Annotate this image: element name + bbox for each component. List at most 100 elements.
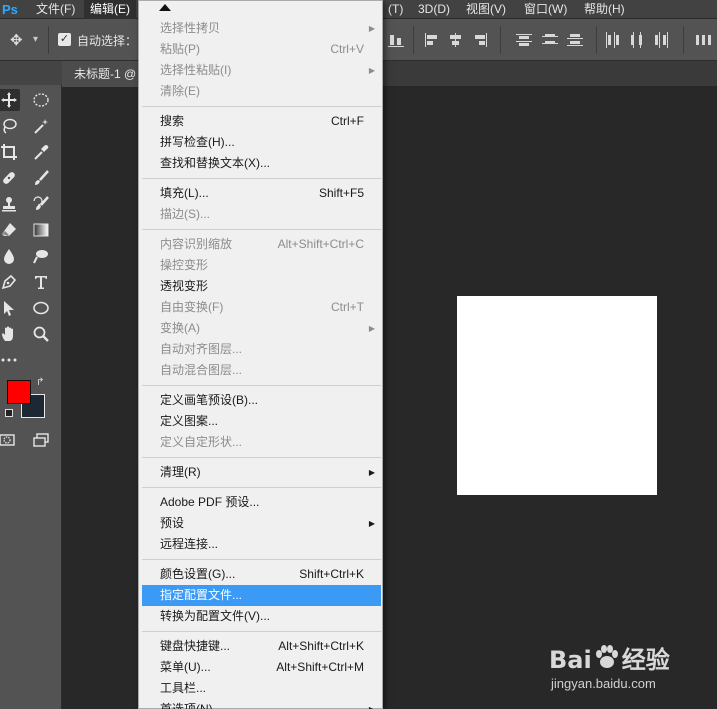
align-right-icon[interactable]: [471, 31, 489, 49]
default-colors-icon[interactable]: [5, 409, 13, 417]
edit-menu-dropdown: 选择性拷贝 ▶ 粘贴(P) Ctrl+V 选择性粘贴(I) ▶ 清除(E) 搜索 Ctrl+F 拼…: [138, 0, 383, 709]
distribute-left-icon[interactable]: [603, 31, 621, 49]
menu-item-label: 工具栏...: [160, 681, 207, 695]
lasso-tool-icon[interactable]: [0, 115, 20, 137]
history-brush-tool-icon[interactable]: [30, 193, 52, 215]
menu-divider: [142, 457, 381, 458]
menu-item-label: 变换(A): [160, 321, 200, 335]
menu-item-shortcut: Ctrl+F: [331, 114, 364, 128]
menu-window[interactable]: 窗口(W): [518, 0, 573, 19]
submenu-arrow-icon: ▶: [368, 468, 375, 477]
menu-item[interactable]: 定义画笔预设(B)...: [142, 390, 381, 411]
menu-item[interactable]: 指定配置文件...: [142, 585, 381, 606]
distribute-center-icon[interactable]: [628, 31, 646, 49]
swap-colors-icon[interactable]: ↱: [36, 377, 44, 388]
align-left-icon[interactable]: [423, 31, 441, 49]
menu-item[interactable]: 定义图案...: [142, 411, 381, 432]
menu-item: 变换(A) ▶: [142, 318, 381, 339]
menu-item[interactable]: 首选项(N) ▶: [142, 699, 381, 709]
hand-tool-icon[interactable]: [0, 323, 20, 345]
menu-help[interactable]: 帮助(H): [578, 0, 631, 19]
menu-item-label: 透视变形: [160, 279, 209, 293]
menu-item-label: 拼写检查(H)...: [160, 135, 235, 149]
menu-item[interactable]: 填充(L)... Shift+F5: [142, 183, 381, 204]
menu-item[interactable]: 菜单(U)... Alt+Shift+Ctrl+M: [142, 657, 381, 678]
distribute-right-icon[interactable]: [653, 31, 671, 49]
crop-tool-icon[interactable]: [0, 141, 20, 163]
menu-item-shortcut: Shift+Ctrl+K: [299, 567, 364, 581]
pen-tool-icon[interactable]: [0, 271, 20, 293]
menu-item[interactable]: Adobe PDF 预设...: [142, 492, 381, 513]
brush-tool-icon[interactable]: [30, 167, 52, 189]
path-selection-tool-icon[interactable]: [0, 297, 20, 319]
chevron-down-icon[interactable]: ▾: [33, 34, 38, 45]
marquee-tool-icon[interactable]: [30, 89, 52, 111]
menu-item[interactable]: 键盘快捷键... Alt+Shift+Ctrl+K: [142, 636, 381, 657]
menu-view[interactable]: 视图(V): [460, 0, 512, 19]
gradient-tool-icon[interactable]: [30, 219, 52, 241]
menu-item[interactable]: 工具栏...: [142, 678, 381, 699]
menu-item-shortcut: Alt+Shift+Ctrl+C: [277, 237, 364, 251]
menu-edit[interactable]: 编辑(E): [84, 0, 136, 19]
menu-3d[interactable]: 3D(D): [412, 0, 456, 19]
magic-wand-tool-icon[interactable]: [30, 115, 52, 137]
menu-item[interactable]: 查找和替换文本(X)...: [142, 153, 381, 174]
menu-item[interactable]: 拼写检查(H)...: [142, 132, 381, 153]
submenu-arrow-icon: ▶: [368, 519, 375, 528]
tools-panel-grip[interactable]: [0, 61, 62, 85]
menu-item: 选择性拷贝 ▶: [142, 18, 381, 39]
menu-item[interactable]: 转换为配置文件(V)...: [142, 606, 381, 627]
watermark-url: jingyan.baidu.com: [551, 676, 656, 691]
menu-item[interactable]: 搜索 Ctrl+F: [142, 111, 381, 132]
distribute-bottom-icon[interactable]: [566, 31, 584, 49]
more-tools-icon[interactable]: [0, 349, 20, 371]
distribute-top-icon[interactable]: [515, 31, 533, 49]
menu-item[interactable]: 清理(R) ▶: [142, 462, 381, 483]
blur-tool-icon[interactable]: [0, 245, 20, 267]
zoom-tool-icon[interactable]: [30, 323, 52, 345]
healing-brush-tool-icon[interactable]: [0, 167, 20, 189]
menu-item[interactable]: 远程连接...: [142, 534, 381, 555]
document-canvas[interactable]: [457, 296, 657, 495]
align-center-h-icon[interactable]: [447, 31, 465, 49]
menu-divider: [142, 178, 381, 179]
menu-item-label: 定义自定形状...: [160, 435, 243, 449]
menu-item-label: 操控变形: [160, 258, 209, 272]
menu-item: 操控变形: [142, 255, 381, 276]
align-bottom-icon[interactable]: [387, 31, 405, 49]
distribute-middle-icon[interactable]: [541, 31, 559, 49]
scroll-up-arrow-icon[interactable]: [159, 4, 171, 11]
paw-icon: [596, 645, 618, 668]
eraser-tool-icon[interactable]: [0, 219, 20, 241]
menu-3d-prefix-hidden[interactable]: (T): [382, 0, 409, 19]
menu-item-label: 选择性粘贴(I): [160, 63, 232, 77]
quick-mask-icon[interactable]: [0, 429, 18, 451]
menu-item-label: 清除(E): [160, 84, 200, 98]
menu-item-label: 转换为配置文件(V)...: [160, 609, 270, 623]
type-tool-icon[interactable]: [30, 271, 52, 293]
foreground-color-swatch[interactable]: [7, 380, 31, 404]
ellipse-tool-icon[interactable]: [30, 297, 52, 319]
menu-item[interactable]: 颜色设置(G)... Shift+Ctrl+K: [142, 564, 381, 585]
menu-item[interactable]: 预设 ▶: [142, 513, 381, 534]
menu-item-label: 颜色设置(G)...: [160, 567, 236, 581]
move-tool-icon[interactable]: ✥: [10, 33, 26, 49]
document-tab[interactable]: 未标题-1 @: [62, 61, 142, 87]
screen-mode-icon[interactable]: [30, 429, 52, 451]
menu-item-label: 首选项(N): [160, 702, 213, 709]
menu-file[interactable]: 文件(F): [30, 0, 81, 19]
menu-item-label: 远程连接...: [160, 537, 219, 551]
menu-item: 粘贴(P) Ctrl+V: [142, 39, 381, 60]
clone-stamp-tool-icon[interactable]: [0, 193, 20, 215]
dodge-tool-icon[interactable]: [30, 245, 52, 267]
menu-divider: [142, 106, 381, 107]
eyedropper-tool-icon[interactable]: [30, 141, 52, 163]
tools-panel: ↱: [0, 61, 62, 709]
move-tool-icon[interactable]: [0, 89, 20, 111]
auto-select-checkbox[interactable]: ✓: [58, 33, 71, 46]
distribute-horizontal-icon[interactable]: [693, 31, 711, 49]
submenu-arrow-icon: ▶: [369, 699, 375, 709]
menu-item[interactable]: 透视变形: [142, 276, 381, 297]
menu-item-label: 键盘快捷键...: [160, 639, 231, 653]
menu-item: 描边(S)...: [142, 204, 381, 225]
